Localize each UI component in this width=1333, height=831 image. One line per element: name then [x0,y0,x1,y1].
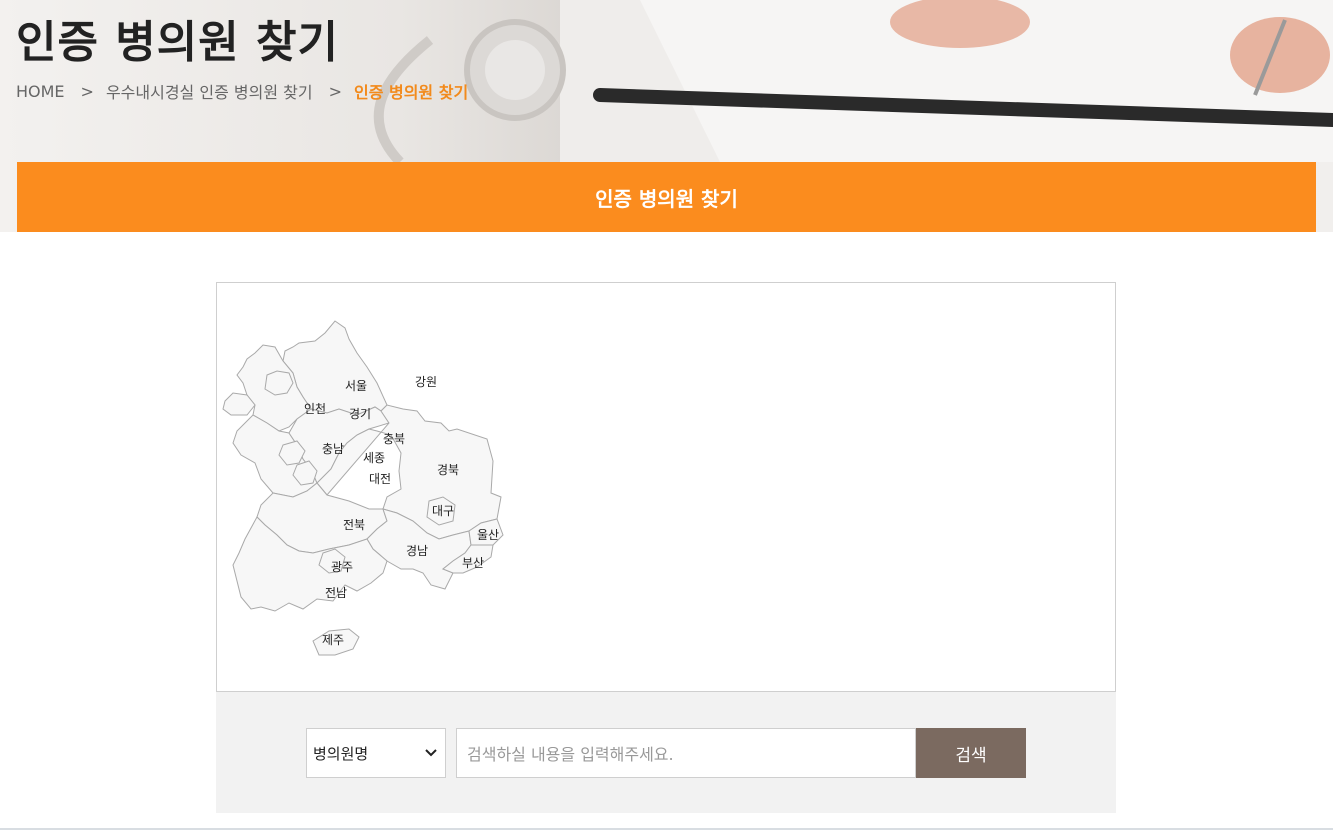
region-map-panel: 서울 강원 인천 경기 충북 충남 세종 대전 경북 대구 전북 울산 경남 부… [216,282,1116,692]
search-button[interactable]: 검색 [916,728,1026,778]
search-panel: 병의원명 검색하실 내용을 입력해주세요. 검색 [216,692,1116,813]
breadcrumb-item-certified-endoscopy[interactable]: 우수내시경실 인증 병의원 찾기 [106,79,313,103]
search-input-placeholder: 검색하실 내용을 입력해주세요. [467,745,674,764]
page-title: 인증 병의원 찾기 [16,17,339,68]
chevron-down-icon [425,749,437,757]
region-label-gyeongbuk: 경북 [437,463,459,477]
breadcrumb-home[interactable]: HOME [16,82,65,101]
region-label-jeonbuk: 전북 [343,518,365,532]
region-label-busan: 부산 [462,556,484,570]
region-label-chungnam: 충남 [322,442,344,456]
breadcrumb-separator: > [80,81,94,101]
search-type-select[interactable]: 병의원명 [306,728,446,778]
breadcrumb-current: 인증 병의원 찾기 [353,83,469,102]
search-button-label: 검색 [955,745,987,766]
breadcrumb: HOME > 우수내시경실 인증 병의원 찾기 > 인증 병의원 찾기 [16,79,468,103]
region-label-chungbuk: 충북 [383,432,405,446]
region-label-gwangju: 광주 [331,560,353,574]
region-label-daejeon: 대전 [369,472,391,486]
region-label-jeju: 제주 [322,633,344,647]
tab-find-certified-clinic[interactable]: 인증 병의원 찾기 [17,162,1316,232]
region-label-ulsan: 울산 [477,528,499,542]
region-label-sejong: 세종 [363,451,385,465]
region-label-incheon: 인천 [304,401,326,416]
region-label-seoul: 서울 [345,379,367,393]
region-label-gyeonggi: 경기 [349,407,371,421]
tab-label: 인증 병의원 찾기 [595,186,738,211]
search-input[interactable]: 검색하실 내용을 입력해주세요. [456,728,916,778]
breadcrumb-separator: > [328,81,342,101]
region-label-jeonnam: 전남 [325,586,347,600]
hero-banner: 인증 병의원 찾기 HOME > 우수내시경실 인증 병의원 찾기 > 인증 병… [0,0,1333,232]
region-label-gyeongnam: 경남 [406,544,428,558]
search-type-value: 병의원명 [313,744,369,763]
page-bottom-divider [0,828,1333,830]
korea-map: 서울 강원 인천 경기 충북 충남 세종 대전 경북 대구 전북 울산 경남 부… [222,320,504,656]
region-label-daegu: 대구 [432,504,454,518]
region-label-gangwon: 강원 [415,375,437,389]
